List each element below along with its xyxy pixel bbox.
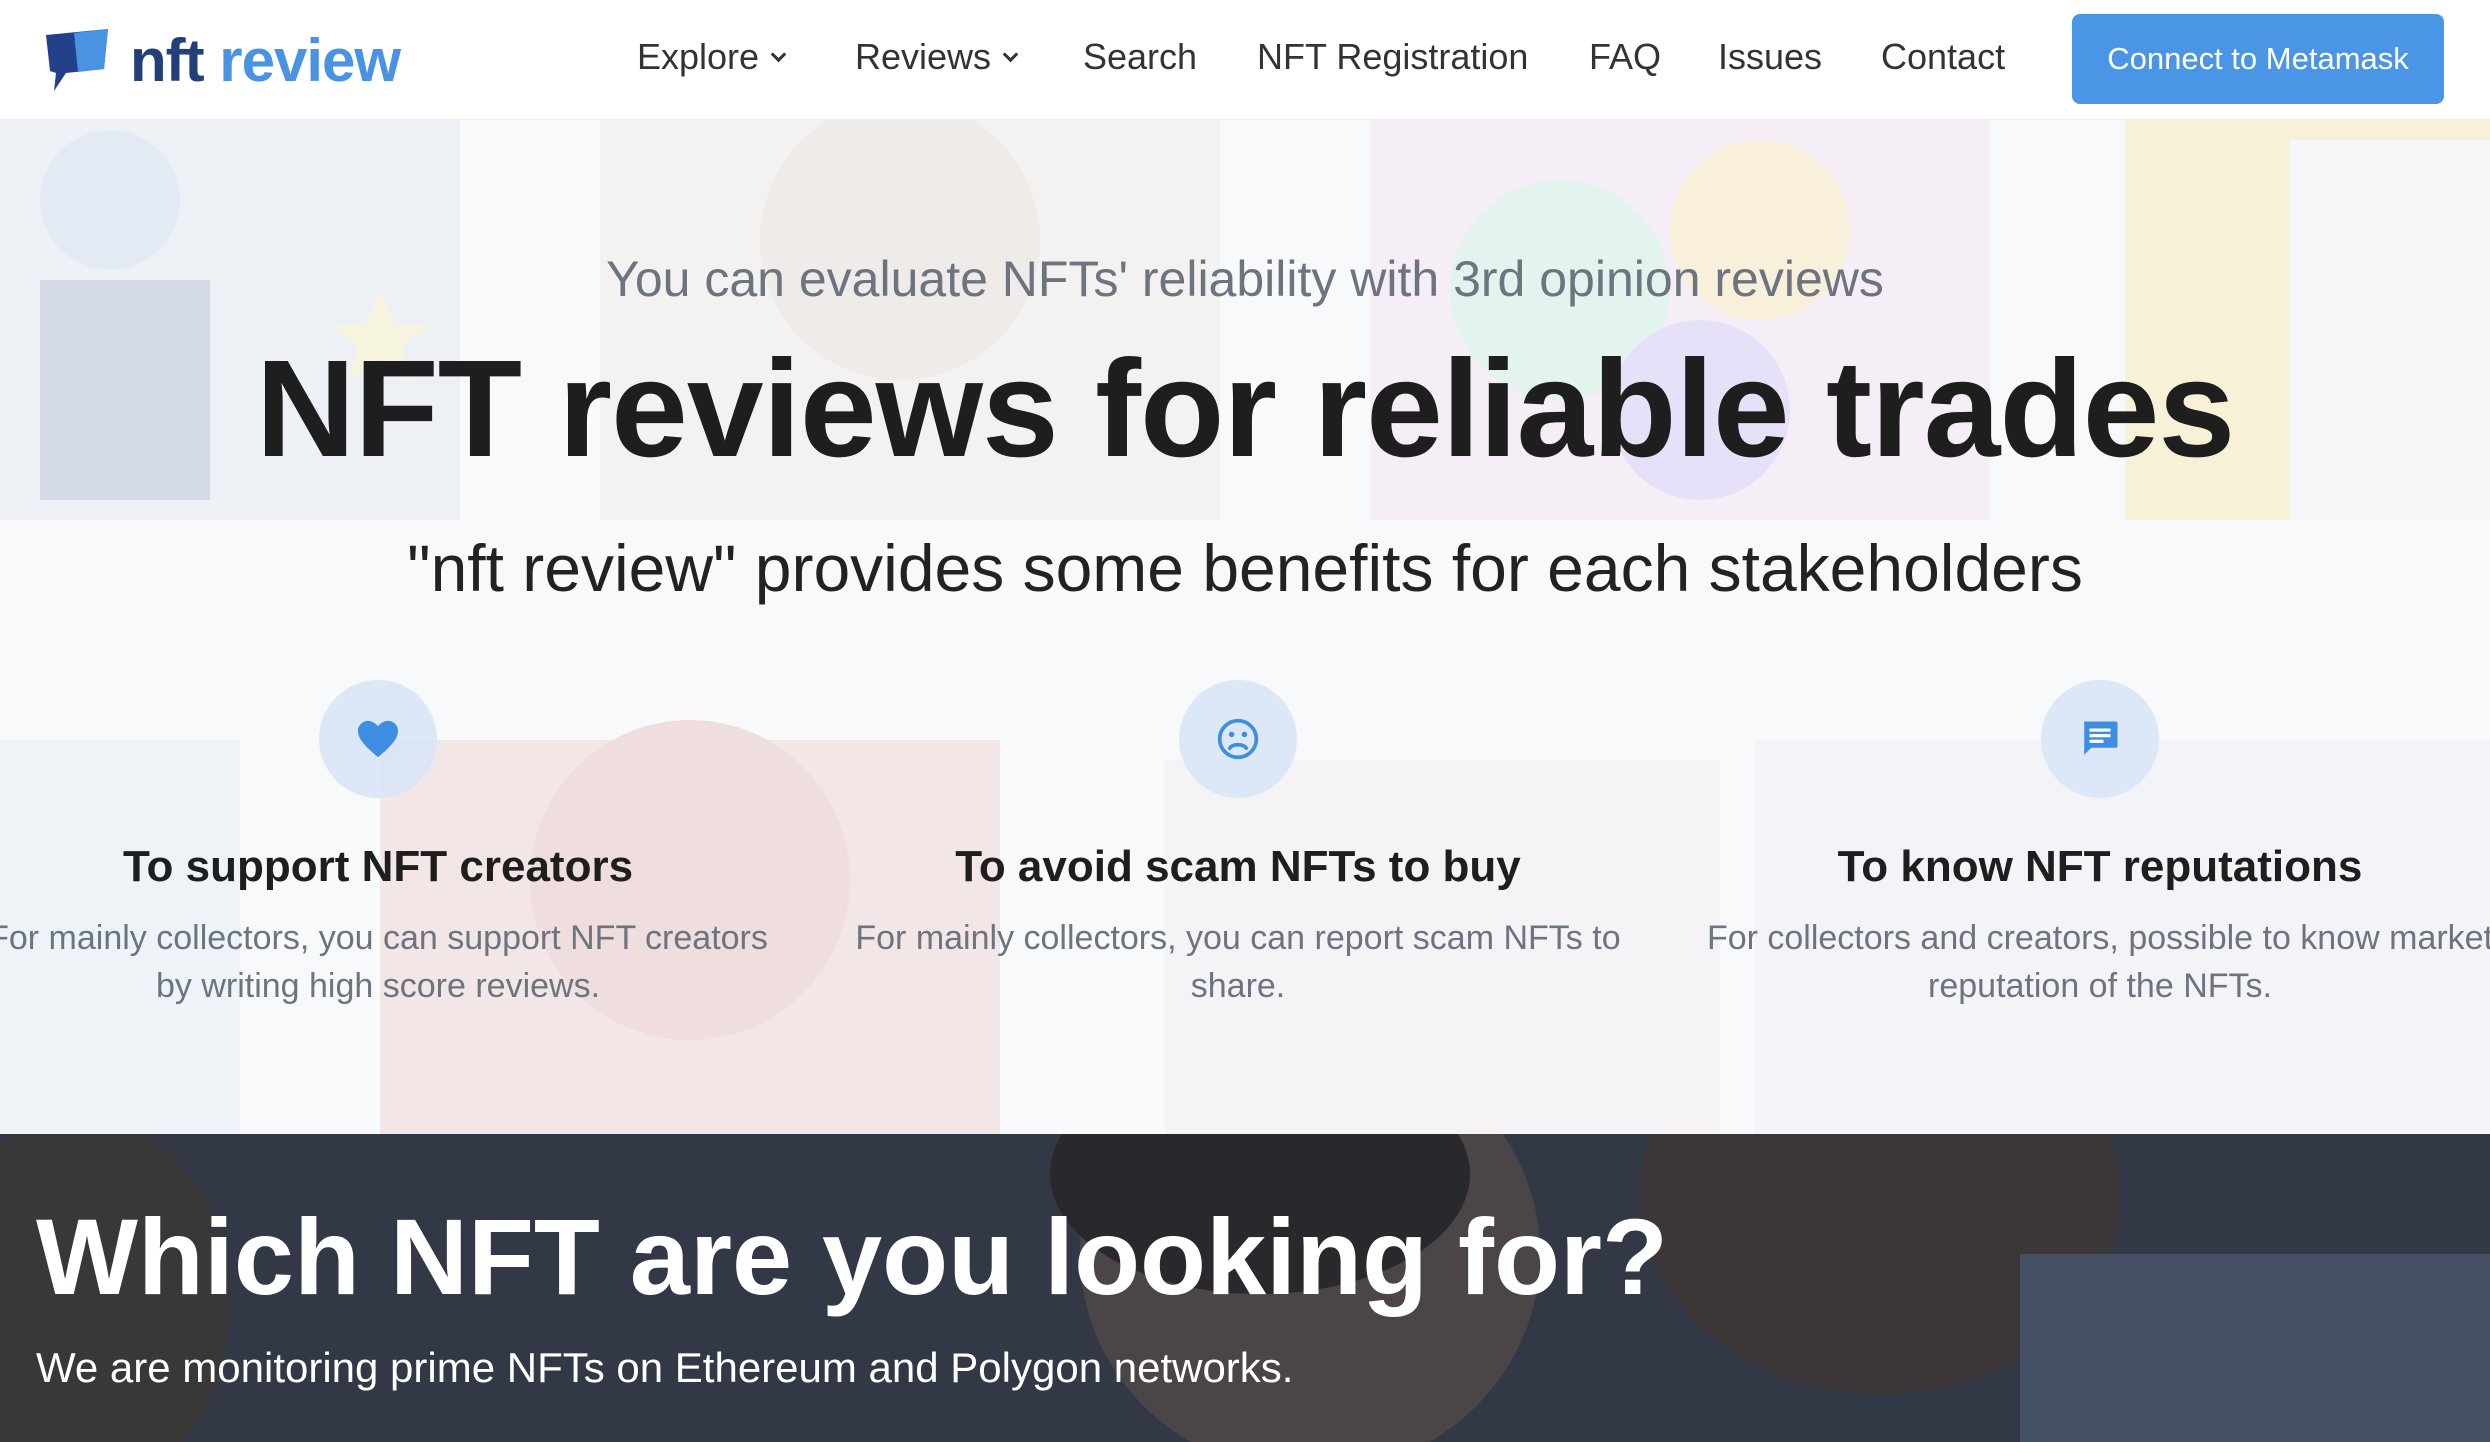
feature-title: To support NFT creators xyxy=(122,842,634,891)
feature-know-reputations: To know NFT reputations For collectors a… xyxy=(1690,680,2490,1010)
feature-description: For mainly collectors, you can support N… xyxy=(0,919,768,1005)
nft-search-banner: Which NFT are you looking for? We are mo… xyxy=(0,1134,2490,1442)
banner-title: Which NFT are you looking for? xyxy=(36,1196,1668,1317)
connect-metamask-button[interactable]: Connect to Metamask xyxy=(2072,14,2444,104)
feature-icon-circle xyxy=(2041,680,2159,798)
top-navbar: nft review Explore Reviews Search NFT Re… xyxy=(0,0,2490,120)
nav-contact[interactable]: Contact xyxy=(1881,36,2005,78)
nav-explore[interactable]: Explore xyxy=(637,36,787,78)
hero-section: You can evaluate NFTs' reliability with … xyxy=(0,120,2490,1134)
nav-faq[interactable]: FAQ xyxy=(1589,36,1661,78)
feature-icon-circle xyxy=(1179,680,1297,798)
feature-description: For collectors and creators, possible to… xyxy=(1706,919,2490,1005)
chevron-down-icon xyxy=(1002,46,1019,62)
hero-title: NFT reviews for reliable trades xyxy=(255,332,2235,486)
message-icon xyxy=(2084,721,2118,755)
feature-title: To know NFT reputations xyxy=(1837,842,2363,891)
feature-support-creators: To support NFT creators For mainly colle… xyxy=(0,680,788,1010)
speech-bubble-logo-icon xyxy=(46,29,108,91)
brand-name: nft review xyxy=(130,26,401,94)
hero-subtitle: You can evaluate NFTs' reliability with … xyxy=(606,251,1884,307)
nav-reviews[interactable]: Reviews xyxy=(855,36,1019,78)
feature-title: To avoid scam NFTs to buy xyxy=(955,842,1521,891)
brand-logo[interactable]: nft review xyxy=(44,24,401,96)
banner-description: We are monitoring prime NFTs on Ethereum… xyxy=(36,1344,1294,1391)
feature-description: For mainly collectors, you can report sc… xyxy=(855,919,1621,1005)
sad-face-icon xyxy=(1217,718,1259,760)
hero-lead: "nft review" provides some benefits for … xyxy=(407,531,2083,605)
chevron-down-icon xyxy=(770,46,787,62)
feature-avoid-scam: To avoid scam NFTs to buy For mainly col… xyxy=(828,680,1648,1010)
feature-icon-circle xyxy=(319,680,437,798)
nav-nft-registration[interactable]: NFT Registration xyxy=(1257,36,1528,78)
nav-search[interactable]: Search xyxy=(1083,36,1197,78)
heart-icon xyxy=(358,720,398,758)
nav-issues[interactable]: Issues xyxy=(1718,36,1822,78)
